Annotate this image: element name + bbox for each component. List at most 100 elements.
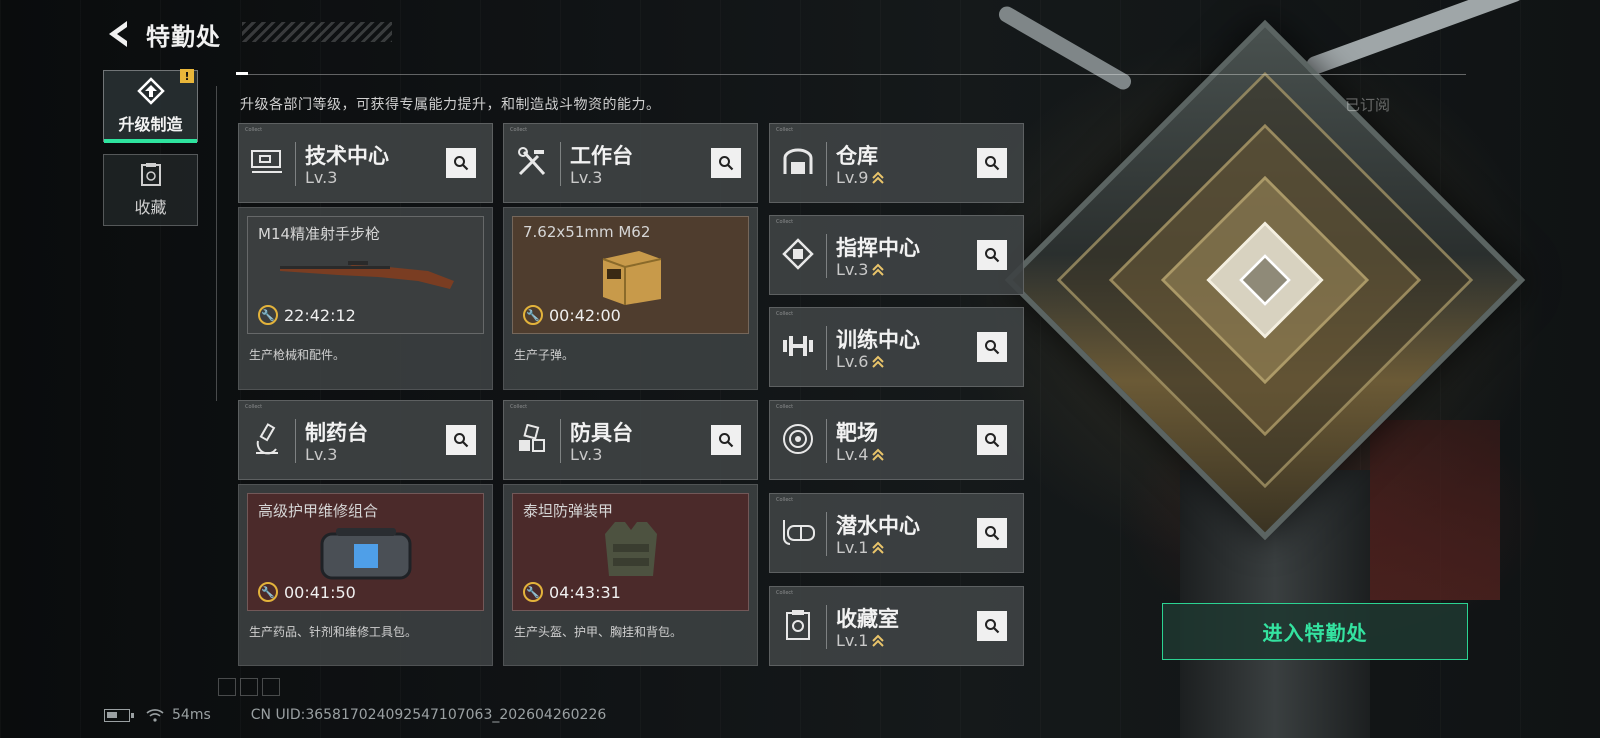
production-panel-armor[interactable]: 泰坦防弹装甲 🔧 04:43:31 生产头盔、护甲、胸挂和背包。 <box>503 484 758 666</box>
collection-icon <box>140 163 161 186</box>
side-divider <box>216 86 217 401</box>
facility-card-warehouse[interactable]: Collect 仓库 Lv.9 <box>769 123 1024 203</box>
header-divider <box>236 74 1466 75</box>
production-description: 生产子弹。 <box>514 348 575 362</box>
search-button[interactable] <box>446 425 476 455</box>
search-icon <box>985 619 1000 634</box>
back-arrow-icon <box>109 21 127 47</box>
wrench-timer-icon: 🔧 <box>523 305 543 325</box>
diving-mask-icon <box>780 514 816 550</box>
facility-level: Lv.1 <box>836 631 885 650</box>
facility-level: Lv.6 <box>836 352 885 371</box>
upgrade-icon <box>136 77 165 105</box>
status-bar: 54ms CN UID:365817024092547107063_202604… <box>104 707 606 723</box>
production-item-name: 高级护甲维修组合 <box>258 502 379 520</box>
wrench-timer-icon: 🔧 <box>258 582 278 602</box>
collection-room-icon <box>780 607 816 643</box>
tools-icon <box>514 144 550 180</box>
production-panel-tech[interactable]: M14精准射手步枪 🔧 22:42:12 生产枪械和配件。 <box>238 207 493 390</box>
production-timer: 🔧 00:42:00 <box>523 305 621 325</box>
facility-level: Lv.3 <box>570 445 603 464</box>
facility-level: Lv.3 <box>305 445 338 464</box>
enter-special-ops-button[interactable]: 进入特勤处 <box>1162 603 1468 660</box>
facility-card-command[interactable]: Collect 指挥中心 Lv.3 <box>769 215 1024 295</box>
sidebar-tab-collection[interactable]: 收藏 <box>103 154 198 226</box>
facility-name: 收藏室 <box>836 607 899 631</box>
active-tab-indicator <box>104 139 197 143</box>
facility-card-diving[interactable]: Collect 潜水中心 Lv.1 <box>769 493 1024 573</box>
alert-badge: ! <box>180 69 194 83</box>
upgrade-available-icon <box>872 448 885 461</box>
facility-name: 仓库 <box>836 144 878 168</box>
search-button[interactable] <box>711 425 741 455</box>
target-icon <box>780 421 816 457</box>
search-button[interactable] <box>711 148 741 178</box>
search-button[interactable] <box>977 148 1007 178</box>
facility-name: 指挥中心 <box>836 236 920 260</box>
facility-card-tech[interactable]: Collect 技术中心 Lv.3 <box>238 123 493 203</box>
search-icon <box>985 248 1000 263</box>
ammo-box-image <box>602 251 662 305</box>
search-button[interactable] <box>446 148 476 178</box>
rifle-image <box>280 261 454 289</box>
production-timer: 🔧 22:42:12 <box>258 305 356 325</box>
battery-icon <box>104 708 134 722</box>
facility-level: Lv.3 <box>305 168 338 187</box>
page-subtitle: 升级各部门等级，可获得专属能力提升，和制造战斗物资的能力。 <box>240 97 661 113</box>
user-uid: CN UID:365817024092547107063_20260426022… <box>250 707 607 723</box>
upgrade-available-icon <box>872 541 885 554</box>
search-button[interactable] <box>977 611 1007 641</box>
header-hatch-decoration <box>242 22 392 42</box>
facility-card-armor[interactable]: Collect 防具台 Lv.3 <box>503 400 758 480</box>
bottom-decoration <box>218 678 280 696</box>
search-icon <box>719 156 734 171</box>
production-description: 生产药品、针剂和维修工具包。 <box>249 625 418 639</box>
search-icon <box>719 433 734 448</box>
wrench-timer-icon: 🔧 <box>523 582 543 602</box>
wifi-icon <box>146 709 164 722</box>
upgrade-available-icon <box>872 355 885 368</box>
ping-value: 54ms <box>172 707 211 723</box>
body-armor-image <box>605 522 657 576</box>
search-button[interactable] <box>977 332 1007 362</box>
chip-icon <box>780 236 816 272</box>
subscribe-label[interactable]: 已订阅 <box>1345 94 1390 115</box>
facility-name: 靶场 <box>836 421 878 445</box>
search-button[interactable] <box>977 425 1007 455</box>
sidebar-tab-upgrade[interactable]: ! 升级制造 <box>103 69 198 143</box>
repair-kit-bag-image <box>320 528 412 580</box>
production-item-name: 7.62x51mm M62 <box>523 223 651 241</box>
facility-card-collection[interactable]: Collect 收藏室 Lv.1 <box>769 586 1024 666</box>
facility-card-pharmacy[interactable]: Collect 制药台 Lv.3 <box>238 400 493 480</box>
production-panel-pharmacy[interactable]: 高级护甲维修组合 🔧 00:41:50 生产药品、针剂和维修工具包。 <box>238 484 493 666</box>
facility-level: Lv.3 <box>570 168 603 187</box>
search-icon <box>985 526 1000 541</box>
facility-level: Lv.3 <box>836 260 885 279</box>
facility-card-workbench[interactable]: Collect 工作台 Lv.3 <box>503 123 758 203</box>
search-icon <box>454 156 469 171</box>
cubes-icon <box>514 421 550 457</box>
facility-level: Lv.9 <box>836 168 885 187</box>
upgrade-available-icon <box>872 263 885 276</box>
search-icon <box>985 340 1000 355</box>
search-button[interactable] <box>977 518 1007 548</box>
production-panel-workbench[interactable]: 7.62x51mm M62 🔧 00:42:00 生产子弹。 <box>503 207 758 390</box>
facility-name: 制药台 <box>305 421 368 445</box>
production-item-name: M14精准射手步枪 <box>258 225 381 243</box>
production-description: 生产枪械和配件。 <box>249 348 346 362</box>
production-timer: 🔧 00:41:50 <box>258 582 356 602</box>
warehouse-icon <box>780 144 816 180</box>
facility-card-training[interactable]: Collect 训练中心 Lv.6 <box>769 307 1024 387</box>
page-header: 特勤处 <box>104 14 221 54</box>
sidebar-tab-collection-label: 收藏 <box>134 198 167 217</box>
facility-level: Lv.1 <box>836 538 885 557</box>
facility-name: 技术中心 <box>305 144 389 168</box>
facility-name: 潜水中心 <box>836 514 920 538</box>
back-button[interactable] <box>104 17 132 51</box>
sidebar-tab-upgrade-label: 升级制造 <box>118 115 183 134</box>
search-button[interactable] <box>977 240 1007 270</box>
facility-name: 工作台 <box>570 144 633 168</box>
facility-card-range[interactable]: Collect 靶场 Lv.4 <box>769 400 1024 480</box>
upgrade-available-icon <box>872 171 885 184</box>
search-icon <box>454 433 469 448</box>
